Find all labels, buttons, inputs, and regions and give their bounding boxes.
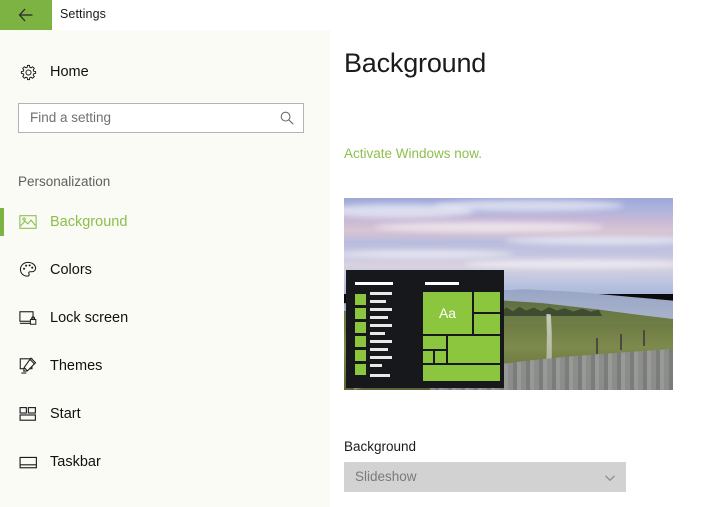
start-menu-list-square (355, 322, 366, 333)
preview-cloud (374, 222, 604, 232)
picture-icon (17, 211, 39, 233)
preview-fence-post (596, 338, 598, 354)
start-menu-list-bar (370, 374, 390, 377)
sidebar-item-themes[interactable]: Themes (0, 351, 330, 381)
chevron-down-icon[interactable] (604, 471, 616, 483)
start-menu-tile-group-header (425, 282, 459, 285)
preview-fence-post (643, 330, 645, 346)
lock-screen-icon (17, 307, 39, 329)
sidebar-item-start[interactable]: Start (0, 399, 330, 429)
start-menu-list-square (355, 294, 366, 305)
start-menu-list-bar (370, 340, 392, 343)
title-bar: Settings (0, 0, 710, 30)
start-menu-tile (435, 351, 446, 363)
desktop-preview-image: Aa (344, 198, 673, 390)
page-title: Background (344, 48, 487, 78)
background-type-dropdown[interactable]: Slideshow (344, 462, 626, 492)
start-menu-list-bar (370, 300, 386, 303)
start-menu-list-bar (370, 356, 392, 359)
start-menu-tile (423, 365, 500, 381)
start-menu-list-bar (370, 308, 392, 311)
sidebar-item-background-label: Background (50, 214, 128, 230)
search-icon[interactable] (279, 110, 295, 126)
sidebar-item-lock-screen-label: Lock screen (50, 310, 129, 326)
preview-fence-post (620, 334, 622, 350)
start-menu-tile-aa-label: Aa (438, 305, 457, 321)
sidebar-item-home[interactable]: Home (0, 57, 330, 87)
preview-start-menu-mockup: Aa (346, 270, 504, 388)
activate-windows-link[interactable]: Activate Windows now. (344, 146, 482, 161)
sidebar-item-colors[interactable]: Colors (0, 255, 330, 285)
search-input[interactable] (30, 110, 270, 125)
paintbrush-icon (17, 355, 39, 377)
gear-icon (17, 61, 39, 83)
start-menu-list-bar (370, 332, 385, 335)
sidebar-item-colors-label: Colors (50, 262, 92, 278)
palette-icon (17, 259, 39, 281)
search-box[interactable] (18, 103, 304, 133)
start-menu-tile (474, 292, 500, 312)
start-menu-tile-aa: Aa (423, 292, 472, 334)
main-content: Background Activate Windows now. Aa Back… (330, 30, 710, 507)
sidebar-item-start-label: Start (50, 406, 81, 422)
sidebar-item-lock-screen[interactable]: Lock screen (0, 303, 330, 333)
start-menu-list-square (355, 350, 366, 361)
sidebar-item-home-label: Home (50, 64, 89, 80)
start-menu-list-square (355, 308, 366, 319)
back-button[interactable] (0, 0, 52, 30)
start-menu-list-bar (370, 292, 392, 295)
start-menu-list-bar (370, 364, 382, 367)
preview-cloud (464, 260, 673, 268)
start-menu-list-square (355, 336, 366, 347)
start-menu-tile (474, 314, 500, 334)
start-menu-tile (423, 351, 433, 363)
background-setting-label: Background (344, 439, 417, 454)
start-menu-tile (423, 336, 446, 349)
taskbar-icon (17, 451, 39, 473)
start-menu-tile (448, 336, 500, 363)
sidebar-item-taskbar[interactable]: Taskbar (0, 447, 330, 477)
start-menu-header-bar (355, 282, 393, 285)
start-menu-list-square (355, 364, 366, 375)
start-menu-list-bar (370, 316, 388, 319)
sidebar-item-taskbar-label: Taskbar (50, 454, 101, 470)
sidebar: Home Personalization Background (0, 30, 330, 507)
sidebar-item-background[interactable]: Background (0, 207, 330, 237)
background-type-dropdown-value: Slideshow (355, 469, 417, 484)
sidebar-section-header: Personalization (18, 174, 111, 189)
start-tiles-icon (17, 403, 39, 425)
arrow-left-icon (18, 8, 34, 22)
app-title: Settings (60, 7, 106, 21)
sidebar-item-themes-label: Themes (50, 358, 103, 374)
start-menu-list-bar (370, 324, 392, 327)
preview-cloud (434, 200, 624, 211)
start-menu-list-bar (370, 348, 388, 351)
